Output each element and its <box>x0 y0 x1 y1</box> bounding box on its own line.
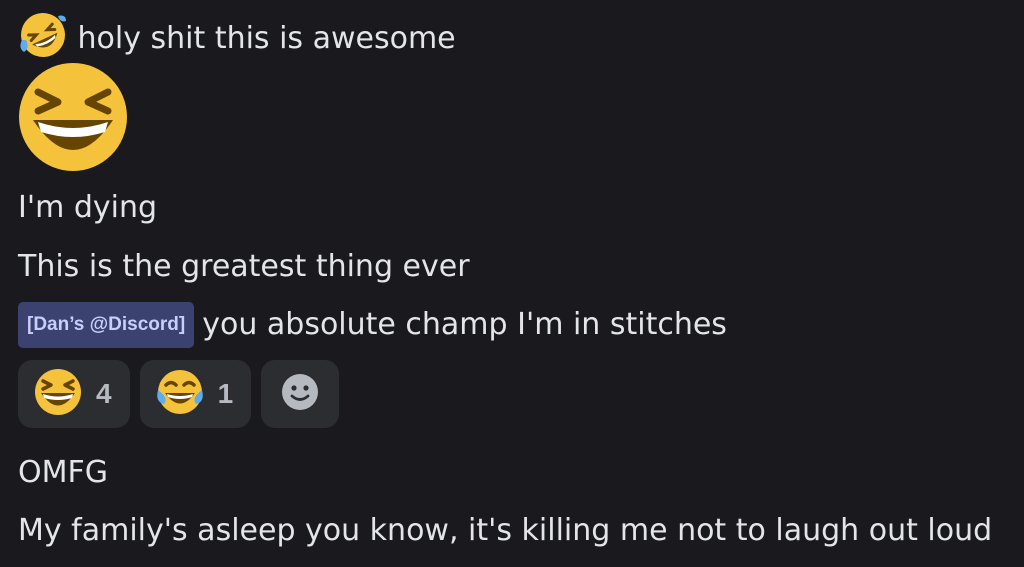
message-text: holy shit this is awesome <box>77 21 456 56</box>
message-text: My family's asleep you know, it's killin… <box>18 513 993 548</box>
reaction-count: 1 <box>217 378 234 409</box>
message-line: [Dan’s @Discord] you absolute champ I'm i… <box>18 302 727 348</box>
tears-of-joy-icon <box>156 368 204 420</box>
reaction-laughing[interactable]: 4 <box>18 360 130 428</box>
chat-log: holy shit this is awesome I'm dying This… <box>0 0 1024 567</box>
message-text: This is the greatest thing ever <box>18 249 470 284</box>
laughing-face-icon <box>34 368 82 420</box>
message-text: OMFG <box>18 455 108 490</box>
message-line: holy shit this is awesome <box>18 10 456 69</box>
big-laughing-emoji <box>18 62 128 176</box>
add-reaction-icon <box>280 372 320 416</box>
message-text: you absolute champ I'm in stitches <box>202 307 727 342</box>
user-mention[interactable]: [Dan’s @Discord] <box>18 302 195 348</box>
rolling-laughing-icon <box>18 10 68 69</box>
reaction-tears-of-joy[interactable]: 1 <box>139 360 252 428</box>
message-text: I'm dying <box>18 190 158 225</box>
reaction-bar: 4 1 <box>18 360 340 428</box>
laughing-face-icon <box>18 62 128 176</box>
add-reaction-button[interactable] <box>261 360 340 428</box>
reaction-count: 4 <box>96 378 112 409</box>
